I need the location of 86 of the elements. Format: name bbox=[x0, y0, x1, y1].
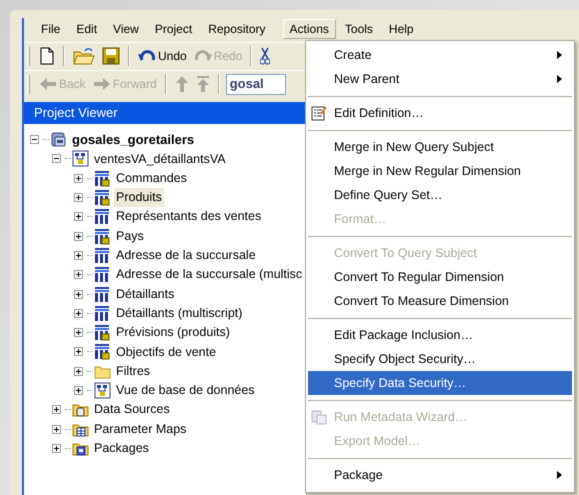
collapse-icon[interactable] bbox=[52, 154, 61, 164]
menu-item[interactable]: File bbox=[34, 19, 68, 39]
submenu-arrow-icon bbox=[557, 471, 562, 479]
tree-item[interactable]: Packages bbox=[92, 439, 151, 458]
table-columns-icon bbox=[94, 266, 111, 284]
menu-item[interactable]: New Parent bbox=[308, 67, 572, 91]
document-icon bbox=[39, 47, 55, 65]
menu-item[interactable]: Project bbox=[148, 19, 200, 39]
expand-icon[interactable] bbox=[74, 308, 83, 318]
tree-item[interactable]: Détaillants (multiscript) bbox=[114, 304, 244, 323]
tree-item[interactable]: Pays bbox=[114, 226, 146, 246]
submenu-arrow-icon bbox=[557, 75, 562, 83]
tree-item[interactable]: Représentants des ventes bbox=[114, 207, 264, 226]
folder-icon bbox=[73, 47, 95, 65]
tree-item[interactable]: Parameter Maps bbox=[92, 420, 188, 438]
expand-icon[interactable] bbox=[74, 232, 83, 241]
table-columns-icon bbox=[94, 189, 111, 206]
menu-item[interactable]: Repository bbox=[201, 19, 273, 39]
menu-item[interactable]: Define Query Set… bbox=[308, 183, 572, 207]
menu-item[interactable]: Tools bbox=[338, 19, 380, 39]
table-columns-icon bbox=[94, 286, 111, 303]
expand-icon[interactable] bbox=[74, 290, 83, 299]
undo-icon bbox=[138, 49, 156, 63]
panel-title: Project Viewer bbox=[24, 102, 306, 124]
table-columns-icon bbox=[94, 170, 111, 187]
menu-item[interactable]: Create bbox=[308, 43, 572, 67]
tree-item[interactable]: gosales_goretailers bbox=[70, 130, 196, 150]
scissors-icon bbox=[260, 47, 270, 65]
expand-icon[interactable] bbox=[74, 174, 83, 183]
tree-item[interactable]: Adresse de la succursale bbox=[114, 246, 258, 265]
menu-item[interactable]: Package bbox=[308, 463, 572, 487]
menu-item[interactable]: View bbox=[106, 19, 146, 39]
tree-item[interactable]: Adresse de la succursale (multisc bbox=[114, 265, 304, 284]
expand-icon[interactable] bbox=[52, 424, 61, 434]
menu-item[interactable]: Actions bbox=[282, 19, 336, 39]
expand-icon[interactable] bbox=[74, 212, 83, 222]
left-arrow-icon bbox=[39, 77, 57, 91]
diagram-icon bbox=[94, 382, 111, 399]
undo-button[interactable]: Undo bbox=[136, 45, 189, 67]
table-columns-icon bbox=[94, 304, 111, 322]
top-arrow-icon bbox=[196, 75, 210, 93]
database-icon bbox=[50, 131, 67, 148]
combo-field[interactable]: gosal bbox=[226, 74, 286, 94]
menu-item[interactable]: Edit Package Inclusion… bbox=[308, 323, 572, 347]
up-arrow-icon bbox=[174, 75, 189, 93]
table-columns-icon bbox=[94, 228, 111, 245]
menu-item[interactable]: Merge in New Regular Dimension bbox=[308, 159, 572, 183]
menu-item[interactable]: Convert To Measure Dimension bbox=[308, 289, 572, 313]
menu-item[interactable]: Specify Data Security… bbox=[308, 371, 572, 395]
expand-icon[interactable] bbox=[74, 386, 83, 395]
tree-item[interactable]: Détaillants bbox=[114, 284, 176, 304]
right-arrow-icon bbox=[92, 77, 111, 91]
menu-item[interactable]: Convert To Regular Dimension bbox=[308, 265, 572, 289]
menu-item[interactable]: Merge in New Query Subject bbox=[308, 135, 572, 159]
expand-icon[interactable] bbox=[74, 250, 83, 260]
tree-item[interactable]: Data Sources bbox=[92, 400, 172, 420]
tree-item[interactable]: Objectifs de vente bbox=[114, 342, 218, 362]
expand-icon[interactable] bbox=[74, 347, 83, 356]
menu-item[interactable]: Specify Object Security… bbox=[308, 347, 572, 371]
redo-icon bbox=[194, 49, 212, 63]
tree-item[interactable]: Produits bbox=[114, 188, 164, 207]
expand-icon[interactable] bbox=[74, 328, 83, 338]
expand-icon[interactable] bbox=[52, 444, 61, 453]
tree-item[interactable]: Filtres bbox=[114, 362, 152, 381]
pencil-list-icon bbox=[311, 105, 327, 121]
menu-item[interactable]: Edit bbox=[69, 19, 104, 39]
tree-item[interactable]: ventesVA_détaillantsVA bbox=[92, 150, 228, 168]
expand-icon[interactable] bbox=[74, 366, 83, 376]
table-columns-icon bbox=[94, 343, 111, 360]
expand-icon[interactable] bbox=[52, 405, 61, 414]
table-columns-icon bbox=[94, 246, 111, 264]
expand-icon[interactable] bbox=[74, 270, 83, 280]
submenu-arrow-icon bbox=[557, 51, 562, 59]
tree-item[interactable]: Commandes bbox=[114, 168, 189, 188]
cut-button[interactable] bbox=[258, 45, 272, 67]
expand-icon[interactable] bbox=[74, 193, 83, 202]
diagram-icon bbox=[72, 150, 89, 168]
collapse-icon[interactable] bbox=[30, 135, 39, 144]
menu-item[interactable]: Help bbox=[382, 19, 421, 39]
tree-item[interactable]: Vue de base de données bbox=[114, 381, 257, 400]
documents-icon bbox=[311, 409, 327, 425]
tree-item[interactable]: Prévisions (produits) bbox=[114, 323, 232, 342]
table-columns-icon bbox=[94, 208, 111, 226]
save-button[interactable] bbox=[100, 45, 122, 67]
table-columns-icon bbox=[94, 324, 111, 342]
menu-item[interactable]: Edit Definition… bbox=[308, 101, 572, 125]
